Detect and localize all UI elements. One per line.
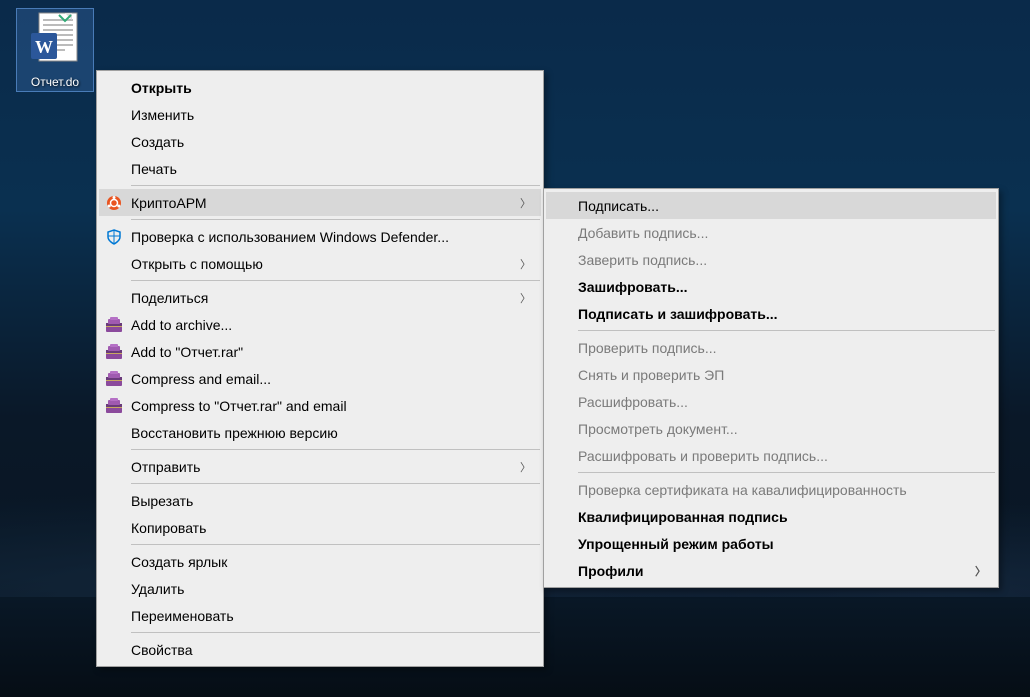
- menu-send[interactable]: Отправить 〉: [99, 453, 541, 480]
- menu-properties[interactable]: Свойства: [99, 636, 541, 663]
- desktop-file-icon[interactable]: W Отчет.do: [16, 8, 94, 92]
- menu-cryptoarm[interactable]: КриптоАРМ 〉: [99, 189, 541, 216]
- menu-rename-label: Переименовать: [131, 608, 234, 624]
- submenu-cert-check[interactable]: Проверка сертификата на кавалифицированн…: [546, 476, 996, 503]
- submenu-view-doc[interactable]: Просмотреть документ...: [546, 415, 996, 442]
- menu-edit[interactable]: Изменить: [99, 101, 541, 128]
- submenu-profiles[interactable]: Профили 〉: [546, 557, 996, 584]
- menu-shortcut[interactable]: Создать ярлык: [99, 548, 541, 575]
- winrar-icon: [104, 396, 124, 416]
- menu-separator: [578, 472, 995, 473]
- menu-separator: [131, 632, 540, 633]
- menu-compress-to-email[interactable]: Compress to "Отчет.rar" and email: [99, 392, 541, 419]
- menu-defender-label: Проверка с использованием Windows Defend…: [131, 229, 449, 245]
- svg-text:W: W: [35, 37, 53, 57]
- submenu-sign-encrypt-label: Подписать и зашифровать...: [578, 306, 778, 322]
- submenu-arrow-icon: 〉: [520, 290, 531, 306]
- menu-restore[interactable]: Восстановить прежнюю версию: [99, 419, 541, 446]
- submenu-cert-check-label: Проверка сертификата на кавалифицированн…: [578, 482, 907, 498]
- submenu-decrypt[interactable]: Расшифровать...: [546, 388, 996, 415]
- menu-properties-label: Свойства: [131, 642, 192, 658]
- menu-delete[interactable]: Удалить: [99, 575, 541, 602]
- submenu-simple-mode-label: Упрощенный режим работы: [578, 536, 774, 552]
- submenu-arrow-icon: 〉: [520, 459, 531, 475]
- menu-create[interactable]: Создать: [99, 128, 541, 155]
- menu-separator: [131, 219, 540, 220]
- word-document-icon: W: [29, 11, 81, 73]
- menu-print-label: Печать: [131, 161, 177, 177]
- winrar-icon: [104, 315, 124, 335]
- menu-add-to-rar[interactable]: Add to "Отчет.rar": [99, 338, 541, 365]
- menu-open-with-label: Открыть с помощью: [131, 256, 263, 272]
- submenu-certify-sign-label: Заверить подпись...: [578, 252, 707, 268]
- submenu-view-doc-label: Просмотреть документ...: [578, 421, 738, 437]
- defender-icon: [104, 227, 124, 247]
- menu-rename[interactable]: Переименовать: [99, 602, 541, 629]
- context-menu-sub: Подписать... Добавить подпись... Заверит…: [543, 188, 999, 588]
- menu-restore-label: Восстановить прежнюю версию: [131, 425, 338, 441]
- menu-separator: [131, 544, 540, 545]
- menu-copy-label: Копировать: [131, 520, 206, 536]
- submenu-qualified[interactable]: Квалифицированная подпись: [546, 503, 996, 530]
- menu-separator: [131, 280, 540, 281]
- submenu-sign-label: Подписать...: [578, 198, 659, 214]
- menu-defender[interactable]: Проверка с использованием Windows Defend…: [99, 223, 541, 250]
- submenu-arrow-icon: 〉: [520, 256, 531, 272]
- menu-share-label: Поделиться: [131, 290, 208, 306]
- menu-delete-label: Удалить: [131, 581, 184, 597]
- submenu-profiles-label: Профили: [578, 563, 644, 579]
- menu-open[interactable]: Открыть: [99, 74, 541, 101]
- menu-separator: [578, 330, 995, 331]
- submenu-encrypt[interactable]: Зашифровать...: [546, 273, 996, 300]
- menu-compress-email[interactable]: Compress and email...: [99, 365, 541, 392]
- submenu-add-sign-label: Добавить подпись...: [578, 225, 708, 241]
- submenu-arrow-icon: 〉: [975, 563, 986, 579]
- desktop-file-label: Отчет.do: [19, 75, 91, 89]
- menu-copy[interactable]: Копировать: [99, 514, 541, 541]
- menu-separator: [131, 483, 540, 484]
- menu-print[interactable]: Печать: [99, 155, 541, 182]
- menu-share[interactable]: Поделиться 〉: [99, 284, 541, 311]
- submenu-remove-check[interactable]: Снять и проверить ЭП: [546, 361, 996, 388]
- menu-shortcut-label: Создать ярлык: [131, 554, 227, 570]
- submenu-simple-mode[interactable]: Упрощенный режим работы: [546, 530, 996, 557]
- menu-compress-email-label: Compress and email...: [131, 371, 271, 387]
- submenu-decrypt-check[interactable]: Расшифровать и проверить подпись...: [546, 442, 996, 469]
- submenu-check-sign[interactable]: Проверить подпись...: [546, 334, 996, 361]
- context-menu-main: Открыть Изменить Создать Печать КриптоАР…: [96, 70, 544, 667]
- menu-add-archive-label: Add to archive...: [131, 317, 232, 333]
- submenu-add-sign[interactable]: Добавить подпись...: [546, 219, 996, 246]
- submenu-sign[interactable]: Подписать...: [546, 192, 996, 219]
- menu-add-archive[interactable]: Add to archive...: [99, 311, 541, 338]
- menu-create-label: Создать: [131, 134, 184, 150]
- winrar-icon: [104, 342, 124, 362]
- menu-open-label: Открыть: [131, 80, 192, 96]
- menu-open-with[interactable]: Открыть с помощью 〉: [99, 250, 541, 277]
- submenu-qualified-label: Квалифицированная подпись: [578, 509, 788, 525]
- menu-send-label: Отправить: [131, 459, 200, 475]
- submenu-encrypt-label: Зашифровать...: [578, 279, 688, 295]
- menu-add-to-rar-label: Add to "Отчет.rar": [131, 344, 243, 360]
- submenu-check-sign-label: Проверить подпись...: [578, 340, 717, 356]
- menu-edit-label: Изменить: [131, 107, 194, 123]
- submenu-decrypt-check-label: Расшифровать и проверить подпись...: [578, 448, 828, 464]
- menu-separator: [131, 185, 540, 186]
- cryptoarm-icon: [104, 193, 124, 213]
- winrar-icon: [104, 369, 124, 389]
- menu-cut-label: Вырезать: [131, 493, 193, 509]
- submenu-decrypt-label: Расшифровать...: [578, 394, 688, 410]
- submenu-certify-sign[interactable]: Заверить подпись...: [546, 246, 996, 273]
- menu-cut[interactable]: Вырезать: [99, 487, 541, 514]
- submenu-sign-encrypt[interactable]: Подписать и зашифровать...: [546, 300, 996, 327]
- menu-compress-to-email-label: Compress to "Отчет.rar" and email: [131, 398, 347, 414]
- menu-separator: [131, 449, 540, 450]
- menu-cryptoarm-label: КриптоАРМ: [131, 195, 207, 211]
- submenu-arrow-icon: 〉: [520, 195, 531, 211]
- submenu-remove-check-label: Снять и проверить ЭП: [578, 367, 724, 383]
